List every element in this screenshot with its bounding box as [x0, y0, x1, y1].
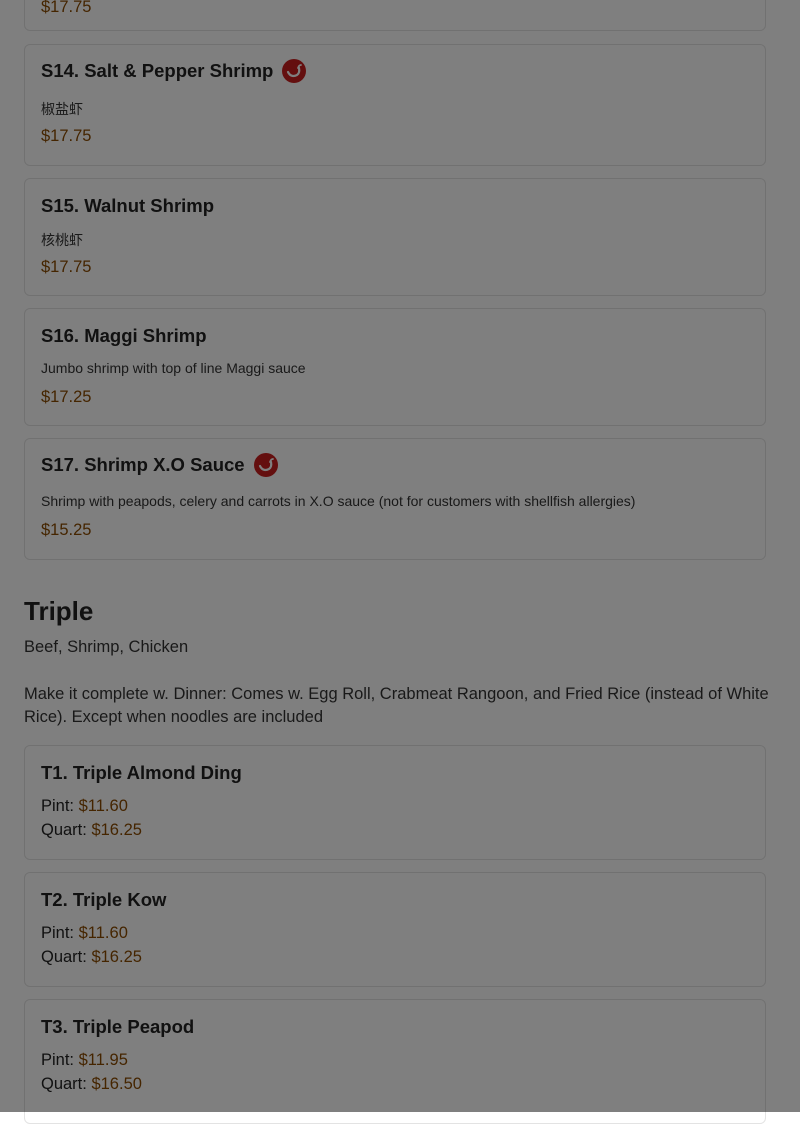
quart-price: $16.50 — [91, 1075, 142, 1093]
quart-label: Quart: — [41, 1075, 87, 1093]
spicy-pepper-icon — [253, 453, 278, 477]
item-name-row: S17. Shrimp X.O Sauce — [41, 453, 278, 477]
pint-price: $11.60 — [78, 924, 128, 942]
item-name: T1. Triple Almond Ding — [41, 762, 242, 783]
pint-price: $11.95 — [78, 1051, 128, 1069]
pint-price-line: Pint: $11.95 — [41, 1051, 128, 1070]
section-subtitle: Beef, Shrimp, Chicken — [24, 638, 189, 656]
menu-item-card[interactable]: S14. Salt & Pepper Shrimp 椒盐虾 $17.75 — [24, 44, 766, 166]
item-name-row: S14. Salt & Pepper Shrimp — [41, 59, 307, 83]
quart-price-line: Quart: $16.50 — [41, 1075, 142, 1094]
menu-item-card[interactable]: $17.75 — [24, 0, 766, 31]
menu-item-card[interactable]: T1. Triple Almond Ding Pint: $11.60 Quar… — [24, 745, 766, 860]
menu-item-card[interactable]: T2. Triple Kow Pint: $11.60 Quart: $16.2… — [24, 872, 766, 987]
quart-price: $16.25 — [91, 948, 142, 966]
item-name: T2. Triple Kow — [41, 889, 167, 910]
pint-label: Pint: — [41, 924, 75, 942]
quart-price: $16.25 — [91, 821, 142, 839]
menu-page: $17.75 S14. Salt & Pepper Shrimp 椒盐虾 $17… — [0, 0, 800, 1124]
spicy-pepper-icon — [282, 59, 307, 83]
pint-label: Pint: — [41, 1051, 75, 1069]
item-description: 椒盐虾 — [41, 101, 83, 117]
quart-label: Quart: — [41, 948, 87, 966]
item-name: T3. Triple Peapod — [41, 1016, 195, 1037]
item-price: $17.75 — [41, 0, 92, 16]
pint-price: $11.60 — [78, 797, 128, 815]
quart-label: Quart: — [41, 821, 87, 839]
menu-item-card[interactable]: T3. Triple Peapod Pint: $11.95 Quart: $1… — [24, 999, 766, 1124]
menu-item-card[interactable]: S16. Maggi Shrimp Jumbo shrimp with top … — [24, 308, 766, 426]
item-name: S17. Shrimp X.O Sauce — [41, 454, 245, 475]
item-name: S16. Maggi Shrimp — [41, 325, 207, 346]
item-name: S15. Walnut Shrimp — [41, 195, 215, 216]
quart-price-line: Quart: $16.25 — [41, 948, 142, 967]
item-price: $15.25 — [41, 521, 92, 539]
item-price: $17.75 — [41, 258, 92, 276]
item-price: $17.25 — [41, 388, 92, 406]
section-title: Triple — [24, 596, 94, 626]
item-description: Shrimp with peapods, celery and carrots … — [41, 493, 636, 509]
pint-label: Pint: — [41, 797, 75, 815]
item-description: Jumbo shrimp with top of line Maggi sauc… — [41, 360, 306, 376]
item-name: S14. Salt & Pepper Shrimp — [41, 60, 274, 81]
pint-price-line: Pint: $11.60 — [41, 924, 128, 943]
item-description: 核桃虾 — [41, 232, 83, 248]
section-note: Make it complete w. Dinner: Comes w. Egg… — [24, 685, 769, 726]
quart-price-line: Quart: $16.25 — [41, 821, 142, 840]
item-price: $17.75 — [41, 127, 92, 145]
menu-item-card[interactable]: S15. Walnut Shrimp 核桃虾 $17.75 — [24, 178, 766, 296]
pint-price-line: Pint: $11.60 — [41, 797, 128, 816]
menu-item-card[interactable]: S17. Shrimp X.O Sauce Shrimp with peapod… — [24, 438, 766, 560]
